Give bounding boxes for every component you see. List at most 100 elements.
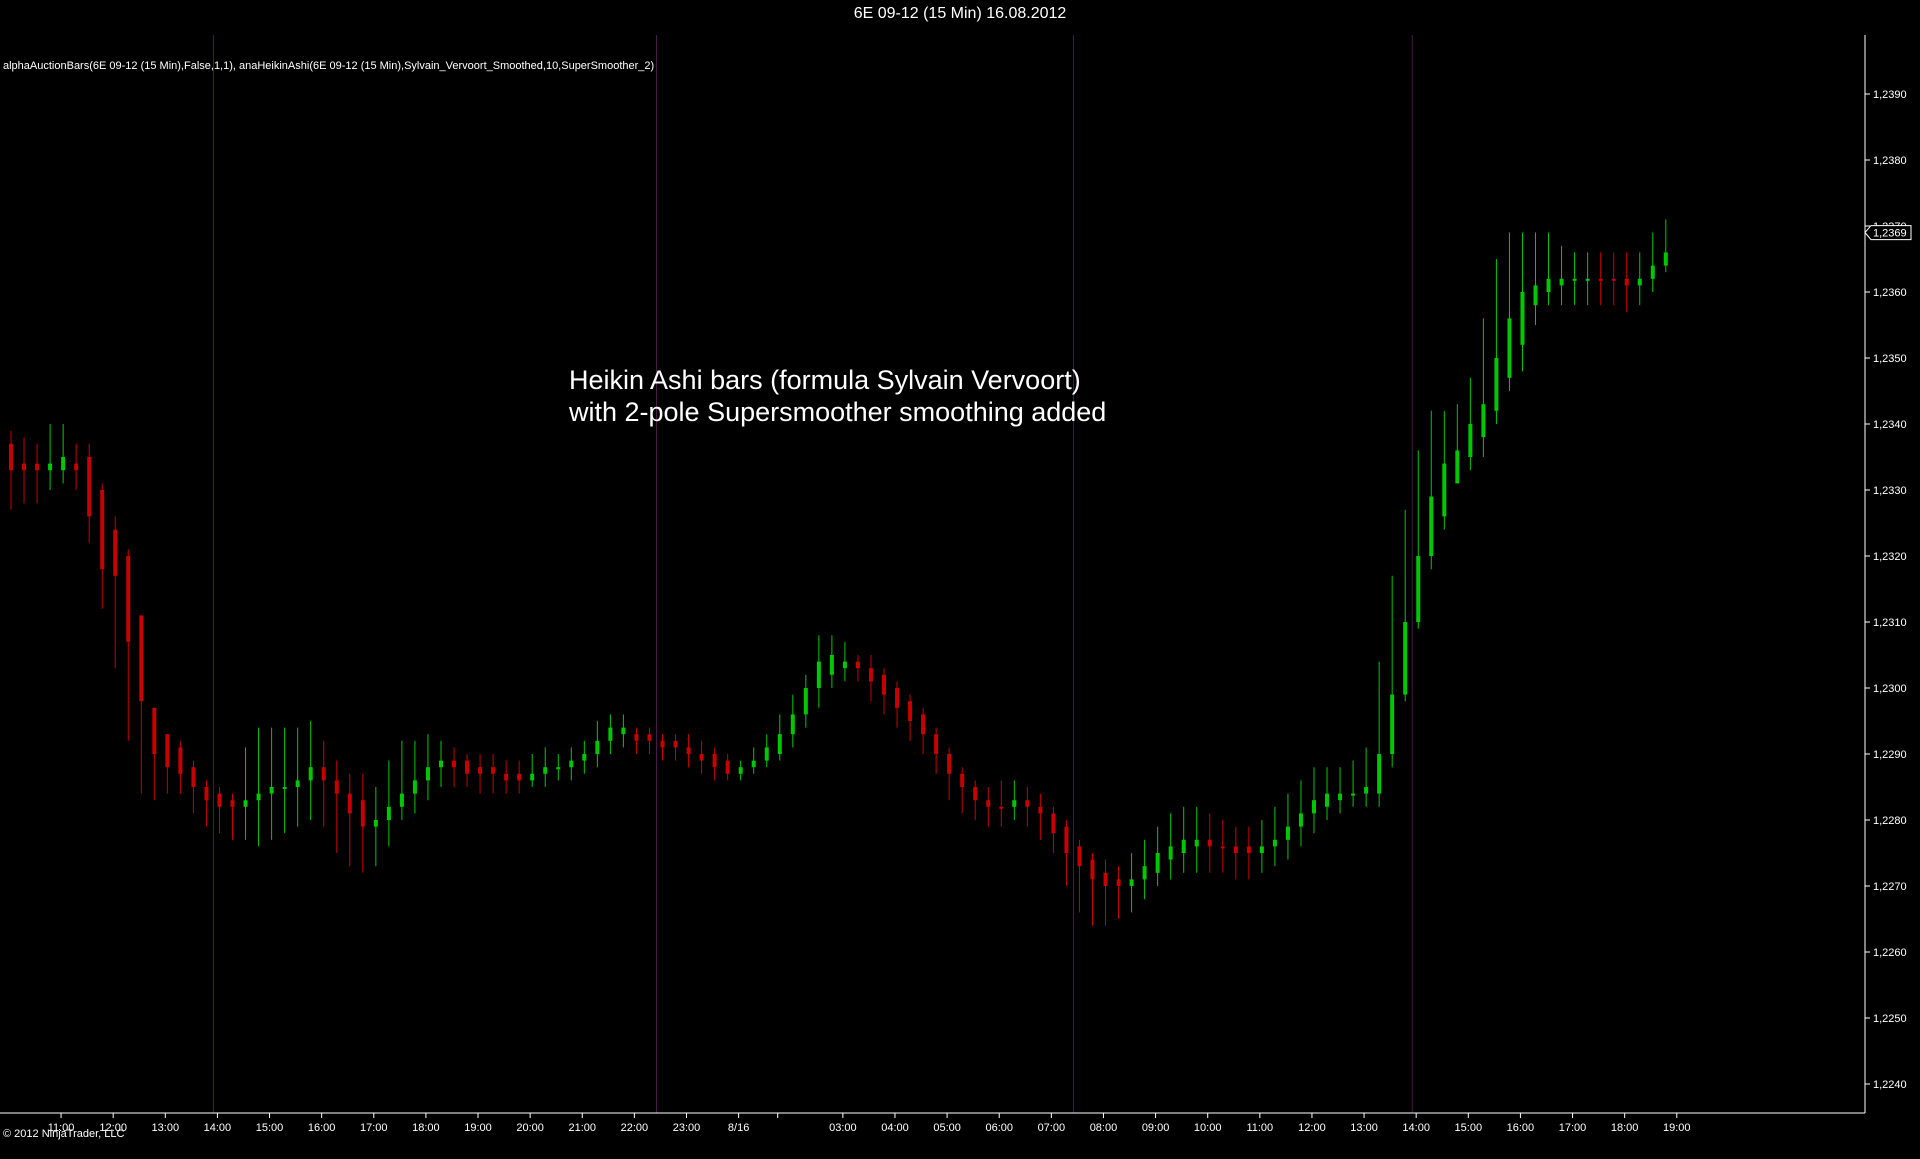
candle-body xyxy=(517,773,522,781)
candle-body xyxy=(621,727,626,735)
candle xyxy=(1077,839,1082,913)
price-tick-label: 1,2290 xyxy=(1873,749,1907,761)
candle xyxy=(1298,780,1303,847)
candle xyxy=(1637,252,1642,306)
chart-panel[interactable]: 1,2240 1,2250 1,2260 1,2270 1,2280 1,2290 1,23… xyxy=(0,28,1920,1159)
time-tick-label: 15:00 xyxy=(256,1122,284,1134)
price-tick-label: 1,2310 xyxy=(1873,617,1907,629)
candle xyxy=(1624,252,1629,312)
candle xyxy=(139,615,144,794)
candle-body xyxy=(1025,800,1030,807)
time-tick-label: 06:00 xyxy=(985,1122,1013,1134)
candle xyxy=(895,681,900,728)
time-tick-label: 19:00 xyxy=(464,1122,492,1134)
candle-body xyxy=(1637,278,1642,286)
candle-body xyxy=(491,767,496,774)
candle xyxy=(178,740,183,794)
candle-body xyxy=(1168,846,1173,860)
candle-body xyxy=(308,767,313,781)
candles xyxy=(9,219,1668,926)
candle-body xyxy=(217,793,222,807)
candle-body xyxy=(48,463,53,471)
last-price-marker: 1,2369 xyxy=(1864,225,1912,241)
candle xyxy=(1012,780,1017,820)
candle-body xyxy=(673,740,678,748)
candle-body xyxy=(1103,872,1108,886)
candle xyxy=(1233,826,1238,880)
candle-body xyxy=(556,767,561,770)
candle xyxy=(1038,793,1043,840)
candle xyxy=(1312,767,1316,834)
candle-body xyxy=(543,767,548,774)
candle xyxy=(1103,859,1108,926)
candle-body xyxy=(882,674,887,695)
candle-body xyxy=(895,688,900,708)
candle-body xyxy=(478,767,483,774)
candle-body xyxy=(738,767,743,774)
time-tick-label: 20:00 xyxy=(516,1122,544,1134)
candle-body xyxy=(1051,813,1056,834)
candle xyxy=(1090,853,1095,926)
candle xyxy=(373,787,378,867)
candle xyxy=(9,430,13,510)
candle-body xyxy=(412,780,417,794)
time-tick-label: 09:00 xyxy=(1142,1122,1170,1134)
candle xyxy=(1246,826,1251,880)
candle xyxy=(530,754,535,787)
candle-body xyxy=(204,787,209,801)
price-tick-label: 1,2260 xyxy=(1873,947,1907,959)
candle xyxy=(999,780,1004,827)
candle xyxy=(1220,820,1225,873)
candle xyxy=(1533,232,1538,325)
candle xyxy=(1181,806,1186,873)
annotation-line-2: with 2-pole Supersmoother smoothing adde… xyxy=(569,397,1107,427)
indicator-label: alphaAuctionBars(6E 09-12 (15 Min),False… xyxy=(3,60,655,72)
candle xyxy=(608,714,613,754)
candle-body xyxy=(1429,496,1434,556)
price-tick-label: 1,2320 xyxy=(1873,551,1907,563)
candle-body xyxy=(113,529,118,576)
candle xyxy=(1155,826,1160,886)
time-tick-label: 13:00 xyxy=(152,1122,180,1134)
candle xyxy=(921,707,926,754)
candle xyxy=(1416,450,1421,629)
candle xyxy=(1259,820,1264,873)
candle-body xyxy=(1129,879,1134,886)
candle-body xyxy=(751,760,756,768)
candle xyxy=(882,668,887,715)
candle-body xyxy=(634,734,639,741)
candle-body xyxy=(712,754,717,768)
candle-body xyxy=(777,734,782,754)
candle-body xyxy=(282,787,287,789)
candle xyxy=(1207,813,1212,873)
candle xyxy=(399,740,404,820)
candle xyxy=(829,635,834,688)
candle-body xyxy=(842,661,847,669)
candle-body xyxy=(1064,826,1069,853)
time-tick-label: 14:00 xyxy=(1402,1122,1430,1134)
candle-body xyxy=(764,747,769,761)
price-tick-label: 1,2330 xyxy=(1873,485,1907,497)
candle-body xyxy=(908,701,913,721)
candle xyxy=(673,734,678,761)
candle-body xyxy=(126,556,131,642)
candle-body xyxy=(74,463,79,471)
candle-body xyxy=(868,668,873,682)
candle-body xyxy=(360,800,365,827)
session-break-lines xyxy=(212,35,1413,1113)
time-tick-label: 23:00 xyxy=(673,1122,701,1134)
candle xyxy=(621,714,626,748)
time-tick-label: 11:00 xyxy=(1246,1122,1273,1134)
candle xyxy=(855,655,860,682)
candle xyxy=(217,787,222,834)
time-tick-label: 17:00 xyxy=(360,1122,388,1134)
candle-body xyxy=(608,727,613,741)
candle-body xyxy=(152,707,157,754)
price-tick-label: 1,2390 xyxy=(1873,89,1907,101)
candle-body xyxy=(1259,846,1264,853)
candle-body xyxy=(191,767,196,787)
candle-body xyxy=(1611,278,1616,281)
price-chart[interactable]: 1,2240 1,2250 1,2260 1,2270 1,2280 1,2290 1,23… xyxy=(0,28,1920,1159)
candle xyxy=(22,437,27,504)
annotation-line-1: Heikin Ashi bars (formula Sylvain Vervoo… xyxy=(569,365,1081,395)
